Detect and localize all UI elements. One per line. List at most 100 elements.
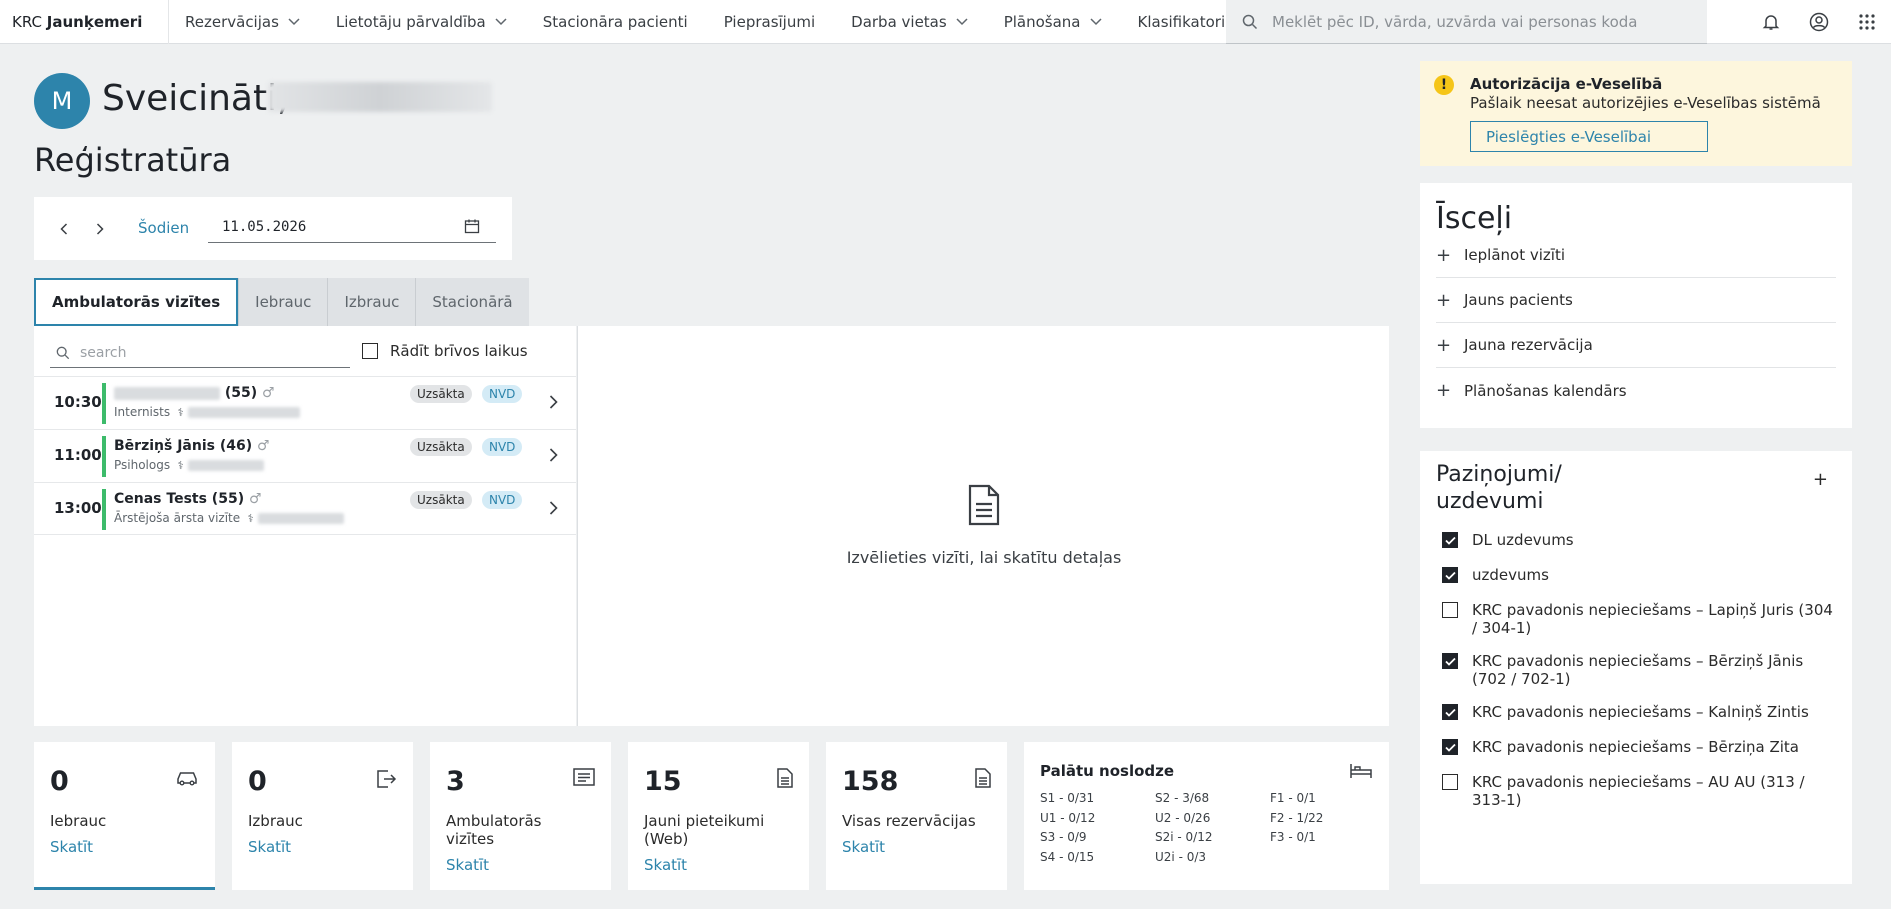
stat-card-izbrauc[interactable]: 0 Izbrauc Skatīt [232,742,413,890]
nav-item-darba-vietas[interactable]: Darba vietas [851,13,968,31]
status-badge: Uzsākta [410,385,472,403]
shortcut-schedule-visit[interactable]: + Ieplānot vizīti [1436,233,1836,278]
visit-row[interactable]: 10:30 (55) ♂ Internists ⚕ Uzsākta NVD [34,376,576,429]
payer-badge: NVD [482,438,523,456]
visit-search-input[interactable]: search [50,338,350,368]
task-item[interactable]: KRC pavadonis nepieciešams – Bērziņa Zit… [1442,738,1838,756]
status-bar [102,436,106,477]
show-free-slots-checkbox[interactable]: Rādīt brīvos laikus [362,342,528,360]
date-navigator: Šodien 11.05.2026 [34,197,512,260]
task-item[interactable]: KRC pavadonis nepieciešams – AU AU (313 … [1442,773,1838,809]
stat-card-jauni-pieteikumi[interactable]: 15 Jauni pieteikumi (Web) Skatīt [628,742,809,890]
view-link[interactable]: Skatīt [644,856,687,874]
checkbox[interactable] [1442,653,1458,669]
shortcut-planning-calendar[interactable]: + Plānošanas kalendārs [1436,368,1836,413]
checkbox[interactable] [1442,739,1458,755]
apps-grid-icon[interactable] [1843,0,1891,44]
task-item[interactable]: KRC pavadonis nepieciešams – Kalniņš Zin… [1442,703,1838,721]
plus-icon: + [1436,289,1452,311]
task-item[interactable]: KRC pavadonis nepieciešams – Lapiņš Juri… [1442,601,1838,637]
visit-row[interactable]: 11:00 Bērziņš Jānis (46) ♂ Psihologs ⚕ U… [34,429,576,482]
patient-name: Cenas Tests (55) ♂ [114,491,262,507]
previous-day-button[interactable] [54,219,74,239]
add-task-button[interactable]: + [1813,469,1828,490]
patient-name: (55) ♂ [114,385,275,401]
stat-card-iebrauc[interactable]: 0 Iebrauc Skatīt [34,742,215,890]
plus-icon: + [1436,380,1452,401]
nav-item-klasifikatori[interactable]: Klasifikatori [1138,13,1226,31]
chevron-down-icon [1089,17,1102,25]
chevron-right-icon[interactable] [549,501,558,515]
checkbox[interactable] [1442,602,1458,618]
payer-badge: NVD [482,491,523,509]
stethoscope-icon: ⚕ [177,405,184,419]
tab-ambulatoras-vizites[interactable]: Ambulatorās vizītes [34,278,239,326]
e-health-auth-notice: ! Autorizācija e-Veselībā Pašlaik neesat… [1420,61,1852,166]
global-search-input[interactable]: Meklēt pēc ID, vārda, uzvārda vai person… [1226,0,1707,44]
warning-icon: ! [1434,75,1454,95]
bell-icon[interactable] [1747,0,1795,44]
search-icon [1242,14,1258,29]
task-item[interactable]: DL uzdevums [1442,531,1838,549]
chevron-down-icon [495,17,507,25]
nav-item-rezervacijas[interactable]: Rezervācijas [185,13,300,31]
brand-logo[interactable]: KRC Jaunķemeri [0,13,168,31]
chevron-left-icon [60,223,68,235]
document-icon [777,768,793,788]
occupancy-grid: S1 - 0/31 S2 - 3/68 F1 - 0/1 U1 - 0/12 U2 -… [1040,791,1324,864]
stethoscope-icon: ⚕ [247,511,254,525]
stat-card-ambulatoras-vizites[interactable]: 3 Ambulatorās vizītes Skatīt [430,742,611,890]
view-link[interactable]: Skatīt [842,838,885,856]
chevron-down-icon [956,17,968,25]
checkbox[interactable] [1442,567,1458,583]
car-icon [177,772,197,786]
male-icon: ♂ [248,491,262,507]
chevron-right-icon[interactable] [549,448,558,462]
male-icon: ♂ [256,438,270,454]
tab-stacionara[interactable]: Stacionārā [415,278,529,326]
checkbox[interactable] [1442,774,1458,790]
ward-occupancy-card: Palātu noslodze S1 - 0/31 S2 - 3/68 F1 - 0… [1024,742,1389,890]
view-link[interactable]: Skatīt [50,838,93,856]
view-link[interactable]: Skatīt [446,856,489,874]
visit-tabs: Ambulatorās vizītes Iebrauc Izbrauc Stac… [34,278,529,326]
notifications-title: Paziņojumi/uzdevumi [1436,462,1562,514]
stat-card-visas-rezervacijas[interactable]: 158 Visas rezervācijas Skatīt [826,742,1007,890]
chevron-right-icon [96,223,104,235]
tab-izbrauc[interactable]: Izbrauc [327,278,416,326]
shortcut-new-patient[interactable]: + Jauns pacients [1436,278,1836,323]
status-badge: Uzsākta [410,438,472,456]
calendar-icon[interactable] [464,218,480,234]
visit-details-panel: Izvēlieties vizīti, lai skatītu detaļas [577,326,1389,726]
connect-e-health-button[interactable]: Pieslēgties e-Veselībai [1470,121,1708,152]
user-icon[interactable] [1795,0,1843,44]
chevron-right-icon[interactable] [549,395,558,409]
exit-icon [377,770,397,788]
checkbox[interactable] [1442,704,1458,720]
nav-item-stacionara-pacienti[interactable]: Stacionāra pacienti [543,13,688,31]
date-input[interactable]: 11.05.2026 [208,211,496,243]
list-icon [573,768,595,786]
task-item[interactable]: uzdevums [1442,566,1838,584]
nav-item-lietotaju-parvaldiba[interactable]: Lietotāju pārvaldība [336,13,507,31]
status-bar [102,489,106,530]
checkbox[interactable] [1442,532,1458,548]
plus-icon: + [1436,244,1452,266]
today-link[interactable]: Šodien [138,219,189,237]
patient-name: Bērziņš Jānis (46) ♂ [114,438,270,454]
visit-row[interactable]: 13:00 Cenas Tests (55) ♂ Ārstējoša ārsta… [34,482,576,535]
plus-icon: + [1436,334,1452,356]
page-title: Reģistratūra [34,141,232,179]
shortcut-new-reservation[interactable]: + Jauna rezervācija [1436,323,1836,368]
nav-item-pieprasijumi[interactable]: Pieprasījumi [724,13,815,31]
task-item[interactable]: KRC pavadonis nepieciešams – Bērziņš Jān… [1442,652,1838,688]
search-icon [56,346,70,359]
next-day-button[interactable] [90,219,110,239]
status-bar [102,383,106,424]
document-icon [975,768,991,788]
nav-item-planosana[interactable]: Plānošana [1004,13,1102,31]
stethoscope-icon: ⚕ [177,458,184,472]
checkbox[interactable] [362,343,378,359]
view-link[interactable]: Skatīt [248,838,291,856]
tab-iebrauc[interactable]: Iebrauc [238,278,328,326]
